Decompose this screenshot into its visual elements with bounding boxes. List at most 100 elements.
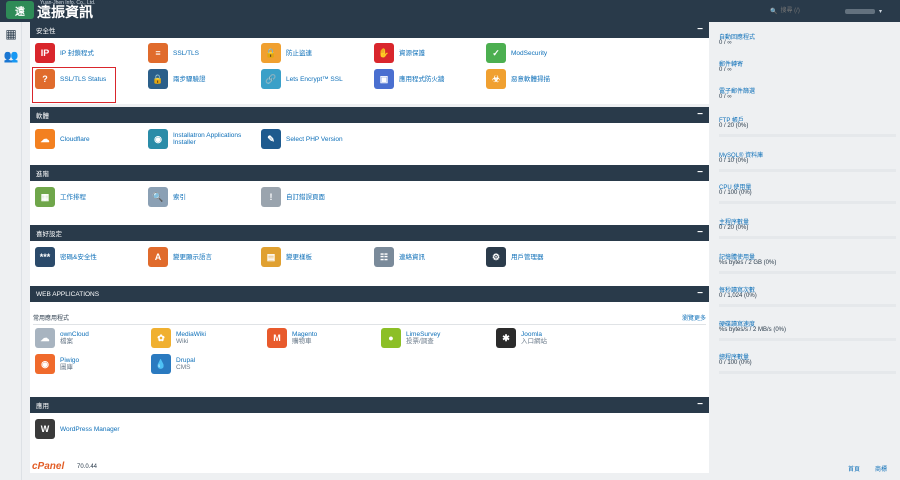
footer-home-link[interactable]: 首頁	[848, 464, 860, 473]
featured-apps-title: 常用應用程式	[33, 316, 70, 322]
imunify-icon: ☣	[486, 69, 506, 89]
stat-value: 0 / 20 (0%)	[719, 225, 749, 231]
stat-label[interactable]: 自動回應程式	[719, 32, 896, 41]
tool-label: 防止盜連	[286, 50, 312, 57]
tool-magento[interactable]: M Magento 購物車	[267, 328, 317, 348]
tool-contact-info[interactable]: ☷ 連絡資訊	[374, 247, 425, 267]
tool-two-factor[interactable]: 🔒 兩步驟驗證	[148, 69, 206, 89]
stat-label[interactable]: 電子郵件篩選	[719, 86, 896, 95]
footer: cPanel 70.0.44 首頁 商標	[30, 461, 900, 476]
ssl-tls-status-icon: ?	[35, 69, 55, 89]
tool-error-pages[interactable]: ! 自訂錯誤頁面	[261, 187, 325, 207]
security-panel: 安全性 − IP IP 封鎖程式 ≡ SSL/TLS 🔒 防止盜連 ✋ 資源保護 ✓ ModSec…	[30, 22, 709, 104]
tool-label: SSL/TLS	[173, 50, 199, 57]
user-menu[interactable]: ▾	[845, 7, 893, 15]
tool-owncloud[interactable]: ☁ ownCloud 檔案	[35, 328, 89, 348]
stat-value: 0 / 1,024 (0%)	[719, 293, 757, 299]
tool-php-version[interactable]: ✎ Select PHP Version	[261, 129, 343, 149]
panel-title: WEB APPLICATIONS	[36, 290, 100, 298]
stat-item: FTP 帳戶 0 / 20 (0%)	[719, 115, 896, 137]
home-grid-icon[interactable]: ▦	[4, 27, 18, 41]
stat-label[interactable]: FTP 帳戶	[719, 115, 896, 124]
tool-label: 自訂錯誤頁面	[286, 194, 325, 201]
tool-hotlink-protection[interactable]: 🔒 防止盜連	[261, 43, 312, 63]
tool-label-line: 連絡資訊	[399, 253, 425, 261]
tool-installatron[interactable]: ◉ Installatron Applications Installer	[148, 129, 241, 149]
tool-modsecurity[interactable]: ✓ ModSecurity	[486, 43, 547, 63]
tool-label: Magento 購物車	[292, 331, 317, 345]
tool-label-line: IP 封鎖程式	[60, 49, 94, 57]
limesurvey-icon: ●	[381, 328, 401, 348]
joomla-icon: ✱	[496, 328, 516, 348]
tool-label: LimeSurvey 投票/調查	[406, 331, 440, 345]
tool-label-line: 應用程式防火牆	[399, 75, 445, 83]
tool-lets-encrypt[interactable]: 🔗 Lets Encrypt™ SSL	[261, 69, 343, 89]
hotlink-protection-icon: 🔒	[261, 43, 281, 63]
tool-change-language[interactable]: A 變更顯示語言	[148, 247, 212, 267]
left-sidebar: ▦ 👥	[0, 22, 22, 480]
stat-label: 硬碟讀寫速度	[719, 322, 756, 328]
tool-directory-privacy[interactable]: ✋ 資源保護	[374, 43, 425, 63]
tool-piwigo[interactable]: ◉ Piwigo 圖庫	[35, 354, 79, 374]
tool-label: 密碼&安全性	[60, 254, 97, 261]
stat-item: MySQL® 資料庫 0 / 10 (0%)	[719, 150, 896, 172]
tool-label: IP 封鎖程式	[60, 50, 94, 57]
company-logo[interactable]: 遠 遠振資訊 Yuan-Jhen Info. Co., Ltd.	[6, 0, 96, 19]
stat-item: 郵件轉寄 0 / ∞	[719, 59, 896, 75]
minimize-icon[interactable]: −	[697, 168, 703, 178]
minimize-icon[interactable]: −	[697, 25, 703, 35]
drupal-icon: 💧	[151, 354, 171, 374]
users-icon[interactable]: 👥	[4, 49, 19, 63]
tool-change-style[interactable]: ▤ 變更樣板	[261, 247, 312, 267]
stat-label[interactable]: MySQL® 資料庫	[719, 150, 896, 159]
panel-header[interactable]: WEB APPLICATIONS −	[30, 286, 709, 302]
panel-header[interactable]: 喜好設定 −	[30, 225, 709, 241]
panel-header[interactable]: 軟體 −	[30, 107, 709, 123]
minimize-icon[interactable]: −	[697, 110, 703, 120]
contact-info-icon: ☷	[374, 247, 394, 267]
cron-jobs-icon: ▦	[35, 187, 55, 207]
panel-header[interactable]: 安全性 −	[30, 22, 709, 38]
tool-mediawiki[interactable]: ✿ MediaWiki Wiki	[151, 328, 206, 348]
browse-more-link[interactable]: 瀏覽更多	[682, 313, 706, 322]
footer-trademarks-link[interactable]: 商標	[875, 464, 887, 473]
tool-cron-jobs[interactable]: ▦ 工作排程	[35, 187, 86, 207]
tool-indexes[interactable]: 🔍 索引	[148, 187, 186, 207]
tool-label: 兩步驟驗證	[173, 76, 206, 83]
minimize-icon[interactable]: −	[697, 400, 703, 410]
search-box[interactable]: 🔍	[770, 5, 840, 17]
tool-wordpress[interactable]: W WordPress Manager	[35, 419, 120, 439]
tool-app-firewall[interactable]: ▣ 應用程式防火牆	[374, 69, 445, 89]
stat-label[interactable]: 郵件轉寄	[719, 59, 896, 68]
tool-label-line: SSL/TLS	[173, 49, 200, 57]
tool-label: 變更顯示語言	[173, 254, 212, 261]
tool-user-manager[interactable]: ⚙ 用戶管理器	[486, 247, 544, 267]
tool-label-line: 兩步驟驗證	[173, 75, 206, 83]
usage-bar	[719, 169, 896, 172]
tool-label: Lets Encrypt™ SSL	[286, 76, 343, 83]
tool-imunify[interactable]: ☣ 惡意軟體掃描	[486, 69, 550, 89]
installatron-icon: ◉	[148, 129, 168, 149]
stat-label: 總程序數量	[719, 355, 750, 361]
panel-header[interactable]: 進階 −	[30, 165, 709, 181]
tool-ssl-tls-status[interactable]: ? SSL/TLS Status	[35, 69, 106, 89]
tool-label: 連絡資訊	[399, 254, 425, 261]
tool-label-line: ownCloud	[60, 331, 89, 338]
panel-header[interactable]: 應用 −	[30, 397, 709, 413]
minimize-icon[interactable]: −	[697, 228, 703, 238]
tool-limesurvey[interactable]: ● LimeSurvey 投票/調查	[381, 328, 440, 348]
wordpress-icon: W	[35, 419, 55, 439]
tool-label: 惡意軟體掃描	[511, 76, 550, 83]
logo-subtitle: Yuan-Jhen Info. Co., Ltd.	[40, 0, 96, 6]
tool-drupal[interactable]: 💧 Drupal CMS	[151, 354, 195, 374]
tool-ssl-tls[interactable]: ≡ SSL/TLS	[148, 43, 199, 63]
tool-cloudflare[interactable]: ☁ Cloudflare	[35, 129, 90, 149]
tool-ip-blocker[interactable]: IP IP 封鎖程式	[35, 43, 94, 63]
stat-value: 0 / 100 (0%)	[719, 360, 752, 366]
search-input[interactable]	[780, 5, 839, 17]
usage-bar	[719, 201, 896, 204]
minimize-icon[interactable]: −	[697, 289, 703, 299]
tool-password-security[interactable]: *** 密碼&安全性	[35, 247, 97, 267]
tool-joomla[interactable]: ✱ Joomla 入口網站	[496, 328, 547, 348]
tool-label: Joomla 入口網站	[521, 331, 547, 345]
